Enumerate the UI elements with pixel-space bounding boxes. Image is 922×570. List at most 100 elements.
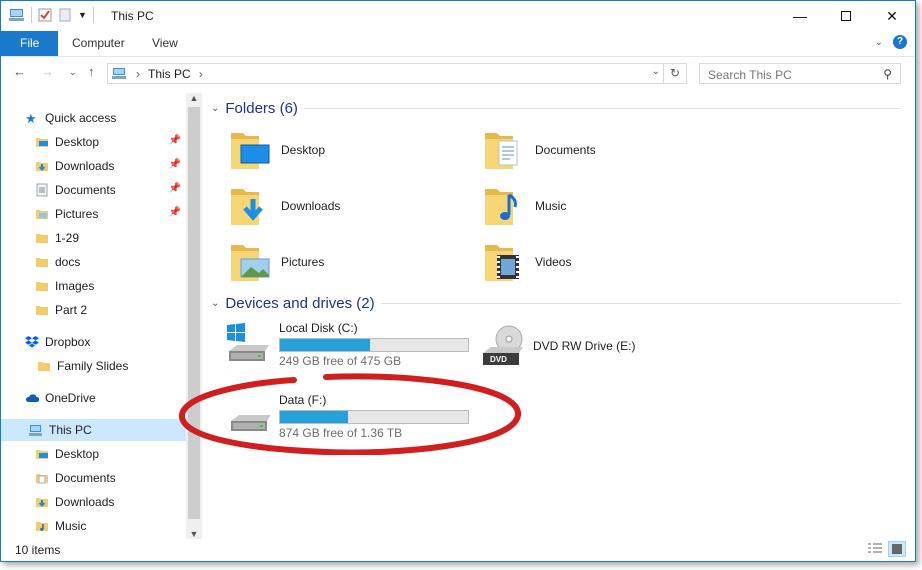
recent-locations-icon[interactable]: ⌄ [69,67,77,78]
up-arrow-icon[interactable]: ↑ [88,64,95,79]
tab-computer[interactable]: Computer [58,31,139,56]
refresh-icon[interactable]: ↻ [663,64,686,83]
nav-this-pc[interactable]: This PC [1,419,187,441]
nav-quick-access[interactable]: ★ Quick access [25,107,211,129]
collapse-chevron-icon[interactable]: ⌄ [211,103,219,114]
nav-pc-downloads[interactable]: Downloads [35,491,187,513]
tab-file[interactable]: File [1,31,59,56]
folder-downloads[interactable]: Downloads [229,181,469,231]
drive-info: DVD RW Drive (E:) [533,339,635,353]
music-folder-icon [485,189,517,225]
quick-access-toolbar: ▼ [9,7,94,23]
nav-qa-desktop[interactable]: Desktop 📌 [35,131,187,153]
videos-folder-icon [485,245,519,281]
devices-group-header[interactable]: ⌄ Devices and drives (2) [211,295,901,312]
expand-ribbon-icon[interactable]: ⌄ [875,37,883,48]
downloads-folder-icon [36,498,48,507]
nav-dropbox[interactable]: Dropbox [25,331,187,353]
pc-icon [29,425,42,436]
nav-qa-part-2[interactable]: Part 2 [35,299,187,321]
tab-view[interactable]: View [138,31,192,56]
drive-usage-bar [279,338,469,352]
dropbox-icon [25,336,39,348]
nav-pc-documents[interactable]: Documents [35,467,187,489]
folder-desktop[interactable]: Desktop [229,125,469,175]
desktop-folder-icon [231,133,270,169]
nav-pc-desktop[interactable]: Desktop [35,443,187,465]
pin-icon[interactable]: 📌 [169,159,181,170]
folder-music[interactable]: Music [483,181,723,231]
pin-icon[interactable]: 📌 [169,183,181,194]
folder-icon [36,258,48,267]
star-icon: ★ [25,111,37,126]
nav-label: Downloads [55,159,115,173]
properties-icon[interactable] [38,8,52,22]
folder-icon [36,282,48,291]
folder-documents[interactable]: Documents [483,125,723,175]
scrollbar-thumb[interactable] [188,107,200,519]
folder-label: Downloads [281,199,341,213]
window-title: This PC [111,9,154,23]
pc-icon [112,68,126,79]
view-switcher [867,541,906,557]
pin-icon[interactable]: 📌 [169,135,181,146]
group-divider [380,303,901,304]
search-icon[interactable]: ⚲ [883,67,892,81]
drive-name: DVD RW Drive (E:) [533,339,636,353]
toolbar-divider [92,7,94,23]
folder-label: Desktop [281,143,326,157]
dvd-drive-icon: DVD [483,325,523,365]
nav-label: Quick access [45,111,117,125]
nav-label: Family Slides [57,359,129,373]
nav-qa-images[interactable]: Images [35,275,187,297]
scroll-up-icon[interactable]: ▲ [186,93,202,103]
nav-onedrive[interactable]: OneDrive [25,387,187,409]
drive-usage-fill [280,339,371,351]
pin-icon[interactable]: 📌 [169,207,181,218]
drive-name: Local Disk (C:) [279,321,358,335]
pictures-folder-icon [231,245,270,281]
nav-label: Documents [55,471,116,485]
downloads-folder-icon [36,162,48,171]
drive-dvd-e[interactable]: DVD DVD RW Drive (E:) [479,325,635,369]
details-view-icon[interactable] [867,542,883,556]
help-icon[interactable]: ? [893,35,907,49]
folders-group-header[interactable]: ⌄ Folders (6) [211,100,901,117]
nav-qa-1-29[interactable]: 1-29 [35,227,187,249]
downloads-folder-icon [231,189,263,225]
nav-qa-docs[interactable]: docs [35,251,187,273]
breadcrumb-chevron-icon[interactable]: › [136,67,140,81]
group-divider [303,108,901,109]
maximize-button[interactable] [823,1,869,31]
nav-scrollbar[interactable]: ▲ ▼ [186,93,202,539]
scroll-down-icon[interactable]: ▼ [186,529,202,539]
forward-arrow-icon[interactable]: → [41,64,54,79]
search-box[interactable]: Search This PC ⚲ [699,63,901,84]
folder-label: Documents [535,143,596,157]
maximize-icon [841,11,851,21]
windows-drive-icon [227,323,269,361]
collapse-chevron-icon[interactable]: ⌄ [211,298,219,309]
nav-qa-downloads[interactable]: Downloads 📌 [35,155,187,177]
folder-videos[interactable]: Videos [483,237,723,287]
svg-text:DVD: DVD [490,355,507,364]
nav-pc-music[interactable]: Music [35,515,187,537]
breadcrumb-this-pc[interactable]: This PC [148,67,191,81]
large-icons-view-icon[interactable] [888,541,906,557]
close-button[interactable]: ✕ [869,1,915,31]
nav-label: Desktop [55,135,100,149]
nav-family-slides[interactable]: Family Slides [37,355,187,377]
address-dropdown-icon[interactable]: ⌄ [652,66,660,77]
drive-local-disk-c[interactable]: Local Disk (C:) 249 GB free of 475 GB [225,321,469,368]
nav-qa-pictures[interactable]: Pictures 📌 [35,203,187,225]
folder-pictures[interactable]: Pictures [229,237,469,287]
back-arrow-icon[interactable]: ← [13,64,26,79]
breadcrumb-chevron-icon[interactable]: › [199,67,203,81]
qat-dropdown-icon[interactable]: ▼ [78,10,87,20]
minimize-button[interactable]: — [777,1,823,31]
new-folder-icon[interactable] [58,8,72,22]
nav-qa-documents[interactable]: Documents 📌 [35,179,187,201]
address-bar[interactable]: › This PC › ⌄ ↻ [107,63,687,84]
nav-label: 1-29 [55,231,80,245]
pc-icon[interactable] [9,8,25,22]
